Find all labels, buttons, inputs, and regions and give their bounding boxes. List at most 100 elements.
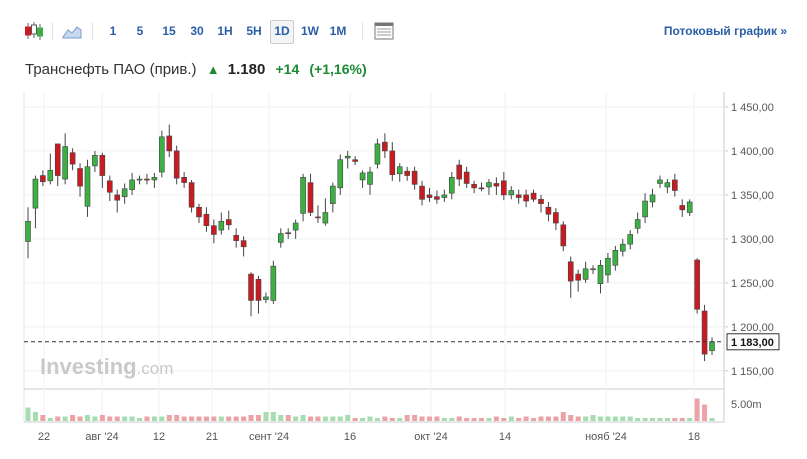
volume-bar (122, 416, 128, 421)
candle (84, 159, 91, 217)
candle (463, 166, 470, 188)
candle-body (471, 184, 477, 189)
volume-bar (337, 416, 343, 421)
candle-body (77, 168, 83, 187)
candle-body (211, 225, 217, 235)
volume-bar (568, 415, 574, 421)
candle-body (649, 194, 656, 203)
volume-bar (40, 415, 46, 421)
volume-bar (226, 416, 232, 421)
volume-bar (650, 418, 656, 421)
candle-body (419, 185, 425, 200)
candle (69, 148, 76, 171)
volume-bar (531, 418, 537, 421)
candle (47, 153, 54, 185)
volume-bar (255, 415, 261, 421)
candle-body (560, 224, 567, 247)
candle-body (448, 177, 455, 194)
volume-bar (501, 418, 507, 421)
candle (181, 172, 187, 188)
volume-bar (382, 416, 388, 421)
candle (538, 194, 544, 213)
candle (634, 212, 641, 234)
candle-body (508, 190, 515, 196)
candle-body (545, 206, 552, 215)
volume-bar (241, 416, 247, 421)
candle-body (523, 194, 529, 202)
volume-bar (612, 416, 618, 421)
candle-body (404, 170, 410, 176)
y-tick-label: 1 400,00 (731, 146, 774, 158)
candle-body (575, 273, 581, 281)
candle (501, 172, 507, 201)
candle (54, 143, 61, 187)
candle-body (367, 171, 373, 185)
volume-bar (479, 418, 485, 421)
candle (694, 258, 700, 314)
candle-body (277, 233, 284, 243)
candle (672, 173, 678, 197)
volume-bar (270, 412, 276, 421)
volume-bar (441, 418, 447, 421)
candle-body (69, 152, 76, 165)
candle-body (642, 200, 648, 218)
candle (196, 203, 202, 224)
volume-bar (449, 418, 455, 421)
candle (315, 205, 321, 224)
x-tick-label: 14 (499, 431, 511, 443)
volume-bar (114, 416, 120, 421)
candle-body (136, 178, 143, 181)
volume-bar (672, 418, 678, 421)
candle (657, 175, 663, 188)
volume-bar (278, 415, 284, 421)
candle (560, 221, 567, 252)
volume-bar (330, 416, 336, 421)
volume-bar (360, 418, 366, 421)
x-tick-label: 12 (153, 431, 165, 443)
candle-body (396, 166, 403, 175)
candle-body (374, 143, 381, 165)
volume-bar (620, 416, 626, 421)
candle (419, 180, 425, 206)
volume-bar (166, 415, 172, 421)
candle-body (486, 182, 492, 188)
candle (136, 175, 143, 185)
candle (456, 159, 463, 187)
volume-bar (308, 416, 314, 421)
candle-body (634, 219, 641, 229)
candle-body (263, 296, 269, 300)
y-tick-label: 1 200,00 (731, 322, 774, 334)
candle-body (530, 192, 537, 200)
candle-body (315, 216, 321, 219)
volume-bar (345, 415, 351, 421)
candle (292, 219, 299, 239)
candle-body (203, 213, 210, 226)
candle (285, 228, 292, 239)
x-tick-label: 21 (206, 431, 218, 443)
candle (159, 130, 165, 178)
candle-body (441, 194, 448, 198)
candle (545, 201, 552, 222)
volume-bar (174, 415, 180, 421)
y-tick-label: 1 250,00 (731, 278, 774, 290)
candle (359, 170, 366, 188)
candle (374, 138, 381, 169)
volume-bar (293, 416, 299, 421)
candle-body (538, 199, 544, 204)
candle-body (248, 273, 254, 301)
volume-bar (47, 418, 53, 421)
candle (270, 260, 277, 304)
volume-bar (233, 416, 239, 421)
candle (486, 179, 492, 195)
volume-bar (679, 418, 685, 421)
volume-bar (263, 412, 269, 421)
y-tick-label: 1 350,00 (731, 190, 774, 202)
volume-bar (560, 412, 566, 421)
candle-body (553, 212, 559, 224)
candle (173, 145, 180, 185)
price-chart[interactable]: Investing.com 1 450,00 1 400,00 1 350,00 1 … (0, 0, 807, 459)
candle (434, 190, 440, 204)
candle-body (240, 240, 247, 248)
candle (523, 189, 529, 208)
candle-body (434, 196, 440, 200)
